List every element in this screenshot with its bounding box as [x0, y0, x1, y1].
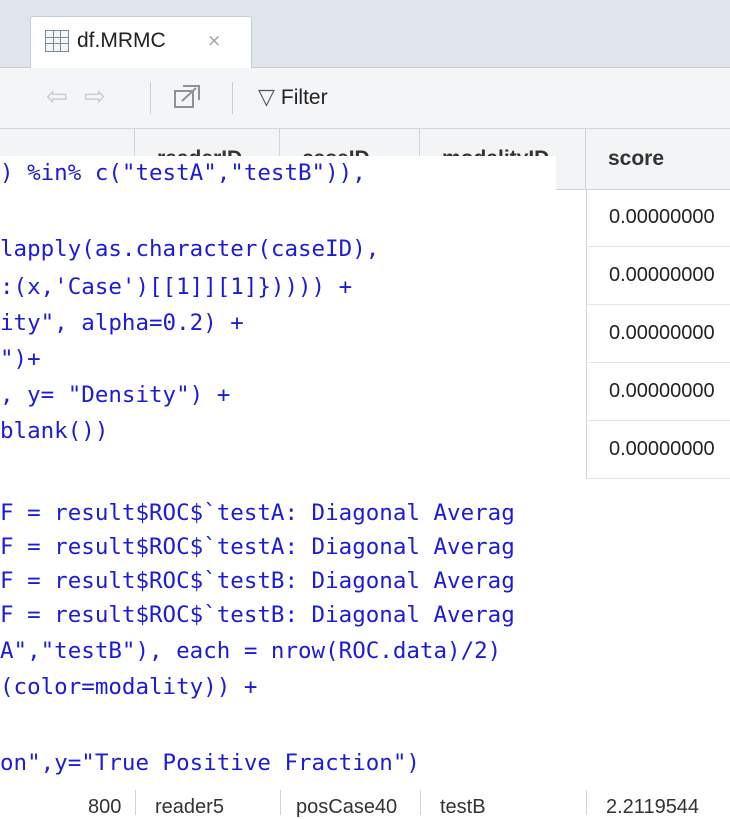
- cell-value: 2.2119544: [606, 796, 700, 818]
- code-line: lapply(as.character(caseID),: [0, 236, 380, 262]
- cell-value: 0.00000000: [609, 322, 715, 344]
- table-cell[interactable]: 0.00000000: [586, 305, 730, 363]
- table-cell[interactable]: 0.00000000: [586, 421, 730, 479]
- tab-bar: df.MRMC ×: [0, 0, 730, 68]
- column-divider: [420, 790, 421, 815]
- filter-label: Filter: [280, 86, 328, 109]
- tab-df-mrmc[interactable]: df.MRMC ×: [30, 16, 252, 68]
- toolbar-divider: [150, 82, 151, 114]
- code-line: F = result$ROC$`testB: Diagonal Averag: [0, 602, 515, 628]
- code-line: on",y="True Positive Fraction"): [0, 750, 420, 776]
- cell-value: 0.00000000: [609, 380, 715, 402]
- code-line: , y= "Density") +: [0, 382, 231, 408]
- column-divider: [135, 790, 136, 815]
- code-line: :(x,'Case')[[1]][1]})))) +: [0, 274, 353, 300]
- code-line: ")+: [0, 346, 41, 372]
- code-line: (color=modality)) +: [0, 674, 258, 700]
- row-number: 800: [88, 796, 122, 818]
- viewer-toolbar: ⇦ ⇨ ▽ Filter: [0, 68, 730, 129]
- popout-icon[interactable]: [172, 82, 202, 112]
- forward-arrow-icon[interactable]: ⇨: [84, 82, 106, 112]
- table-cell[interactable]: 0.00000000: [586, 247, 730, 305]
- cell-value: reader5: [155, 796, 224, 818]
- cell-value: 0.00000000: [609, 438, 715, 460]
- code-line: F = result$ROC$`testA: Diagonal Averag: [0, 534, 515, 560]
- filter-button[interactable]: ▽ Filter: [258, 84, 328, 112]
- code-line: A","testB"), each = nrow(ROC.data)/2): [0, 638, 502, 664]
- code-line: F = result$ROC$`testB: Diagonal Averag: [0, 568, 515, 594]
- table-cell[interactable]: 0.00000000: [586, 189, 730, 247]
- table-icon: [45, 30, 69, 52]
- code-line: F = result$ROC$`testA: Diagonal Averag: [0, 500, 515, 526]
- table-row[interactable]: 800 reader5 posCase40 testB 2.2119544: [0, 790, 730, 818]
- code-snippet-density-plot: ) %in% c("testA","testB")), lapply(as.ch…: [0, 156, 556, 453]
- code-line: ) %in% c("testA","testB")),: [0, 160, 366, 186]
- toolbar-divider: [232, 82, 233, 114]
- column-divider: [280, 790, 281, 815]
- table-cell[interactable]: 0.00000000: [586, 363, 730, 421]
- tab-label: df.MRMC: [77, 29, 166, 52]
- cell-value: 0.00000000: [609, 264, 715, 286]
- code-line: ity", alpha=0.2) +: [0, 310, 244, 336]
- code-line: blank()): [0, 418, 109, 444]
- cell-value: 0.00000000: [609, 206, 715, 228]
- filter-icon: ▽: [258, 85, 275, 110]
- code-snippet-roc-plot: F = result$ROC$`testA: Diagonal Averag F…: [0, 480, 730, 788]
- column-header-score[interactable]: score: [586, 129, 730, 189]
- column-divider: [586, 790, 587, 815]
- close-icon[interactable]: ×: [207, 30, 221, 52]
- cell-value: posCase40: [296, 796, 398, 818]
- back-arrow-icon[interactable]: ⇦: [46, 82, 68, 112]
- column-header-label: score: [608, 147, 665, 170]
- cell-value: testB: [440, 796, 486, 818]
